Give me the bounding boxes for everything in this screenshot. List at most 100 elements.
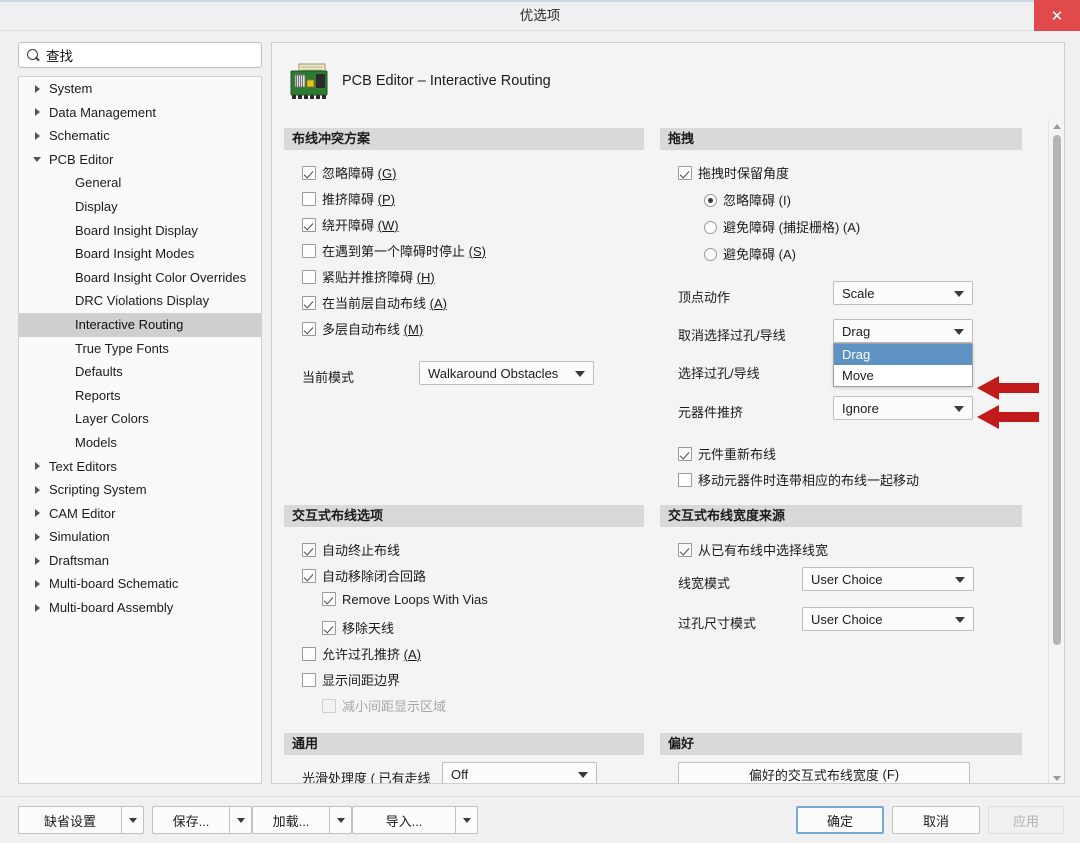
dropdown-option-move[interactable]: Move (834, 365, 972, 386)
tree-item-general[interactable]: General (19, 171, 261, 195)
label-component-pushing: 元器件推挤 (678, 405, 744, 420)
button-preferred-interactive-width[interactable]: 偏好的交互式布线宽度 (F) (678, 762, 970, 783)
checkbox-hug-and-push-obstacle[interactable]: 紧贴并推挤障碍 (H) (302, 267, 435, 286)
checkbox-auto-terminate-routing[interactable]: 自动终止布线 (302, 540, 400, 559)
tree-item-multi-board-schematic[interactable]: Multi-board Schematic (19, 572, 261, 596)
close-icon[interactable]: ✕ (1034, 0, 1080, 31)
chevron-down-icon[interactable] (456, 806, 478, 834)
combo-smoothing[interactable]: Off (442, 762, 597, 783)
button-load[interactable]: 加载... (252, 806, 330, 834)
checkbox-box (678, 543, 692, 557)
tree-item-true-type-fonts[interactable]: True Type Fonts (19, 337, 261, 361)
tree-item-text-editors[interactable]: Text Editors (19, 455, 261, 479)
radio-ignore-obstacle[interactable]: 忽略障碍 (I) (704, 190, 791, 209)
dropdown-option-drag[interactable]: Drag (834, 344, 972, 365)
label-vertex-action: 顶点动作 (678, 290, 731, 305)
chevron-right-icon[interactable] (31, 525, 43, 549)
page-title: PCB Editor – Interactive Routing (342, 73, 551, 89)
button-import[interactable]: 导入... (352, 806, 456, 834)
checkbox-preserve-angle-while-dragging[interactable]: 拖拽时保留角度 (678, 163, 789, 182)
chevron-down-icon[interactable] (31, 148, 43, 172)
chevron-down-icon[interactable] (330, 806, 352, 834)
checkbox-multilayer-autoroute[interactable]: 多层自动布线 (M) (302, 319, 423, 338)
search-input[interactable]: 查找 (46, 45, 73, 65)
search-box[interactable]: 查找 (18, 42, 262, 68)
checkbox-push-obstacle[interactable]: 推挤障碍 (P) (302, 189, 395, 208)
checkbox-remove-loops-with-vias[interactable]: Remove Loops With Vias (322, 592, 488, 607)
combo-unselected-via-wire[interactable]: Drag (833, 319, 973, 343)
chevron-right-icon[interactable] (31, 478, 43, 502)
tree-item-schematic[interactable]: Schematic (19, 124, 261, 148)
tree-item-data-management[interactable]: Data Management (19, 101, 261, 125)
chevron-right-icon[interactable] (31, 596, 43, 620)
checkbox-pickup-width-from-existing-routes[interactable]: 从已有布线中选择线宽 (678, 540, 828, 559)
combo-component-pushing[interactable]: Ignore (833, 396, 973, 420)
tree-item-board-insight-color-overrides[interactable]: Board Insight Color Overrides (19, 266, 261, 290)
tree-item-board-insight-modes[interactable]: Board Insight Modes (19, 242, 261, 266)
tree-item-draftsman[interactable]: Draftsman (19, 549, 261, 573)
checkbox-autoroute-current-layer[interactable]: 在当前层自动布线 (A) (302, 293, 447, 312)
tree-item-label: Display (75, 198, 118, 214)
tree-item-board-insight-display[interactable]: Board Insight Display (19, 219, 261, 243)
chevron-right-icon[interactable] (31, 549, 43, 573)
combo-via-size-mode[interactable]: User Choice (802, 607, 974, 631)
radio-avoid-obstacle[interactable]: 避免障碍 (A) (704, 244, 796, 263)
pane-scrollbar[interactable] (1048, 119, 1064, 783)
label-smoothing-existing-routes: 光滑处理度 ( 已有走线 (302, 771, 431, 784)
checkbox-box (322, 592, 336, 606)
checkbox-component-rerouting[interactable]: 元件重新布线 (678, 444, 776, 463)
chevron-down-icon[interactable] (122, 806, 144, 834)
split-button-default-settings[interactable]: 缺省设置 (18, 806, 144, 834)
chevron-right-icon[interactable] (31, 77, 43, 101)
radio-box (704, 221, 717, 234)
chevron-right-icon[interactable] (31, 502, 43, 526)
checkbox-walkaround-obstacle[interactable]: 绕开障碍 (W) (302, 215, 399, 234)
cancel-button[interactable]: 取消 (892, 806, 980, 834)
checkbox-allow-via-pushing[interactable]: 允许过孔推挤 (A) (302, 644, 421, 663)
scroll-up-icon[interactable] (1049, 119, 1064, 133)
button-default-settings[interactable]: 缺省设置 (18, 806, 122, 834)
button-save[interactable]: 保存... (152, 806, 230, 834)
checkbox-remove-antenna[interactable]: 移除天线 (322, 618, 394, 637)
chevron-right-icon[interactable] (31, 455, 43, 479)
settings-tree[interactable]: System Data Management Schematic PCB Editor… (18, 76, 262, 784)
tree-item-simulation[interactable]: Simulation (19, 525, 261, 549)
apply-button[interactable]: 应用 (988, 806, 1064, 834)
tree-item-defaults[interactable]: Defaults (19, 360, 261, 384)
checkbox-display-clearance-boundaries[interactable]: 显示间距边界 (302, 670, 400, 689)
page-header: PCB Editor – Interactive Routing (272, 43, 1064, 103)
chevron-right-icon[interactable] (31, 101, 43, 125)
chevron-down-icon[interactable] (230, 806, 252, 834)
tree-item-layer-colors[interactable]: Layer Colors (19, 407, 261, 431)
tree-item-reports[interactable]: Reports (19, 384, 261, 408)
split-button-import[interactable]: 导入... (352, 806, 478, 834)
combo-vertex-action[interactable]: Scale (833, 281, 973, 305)
tree-item-models[interactable]: Models (19, 431, 261, 455)
dropdown-list-via-wire[interactable]: Drag Move (833, 343, 973, 387)
combo-current-mode[interactable]: Walkaround Obstacles (419, 361, 594, 385)
tree-item-drc-violations-display[interactable]: DRC Violations Display (19, 289, 261, 313)
checkbox-move-routing-with-component[interactable]: 移动元器件时连带相应的布线一起移动 (678, 470, 919, 489)
tree-item-interactive-routing[interactable]: Interactive Routing (19, 312, 261, 337)
mnemonic: (A) (778, 247, 796, 262)
tree-item-display[interactable]: Display (19, 195, 261, 219)
chevron-right-icon[interactable] (31, 572, 43, 596)
annotation-arrow-bottom (977, 405, 1039, 429)
checkbox-stop-at-first-obstacle[interactable]: 在遇到第一个障碍时停止 (S) (302, 241, 486, 260)
tree-item-cam-editor[interactable]: CAM Editor (19, 502, 261, 526)
tree-item-scripting-system[interactable]: Scripting System (19, 478, 261, 502)
scrollbar-thumb[interactable] (1053, 135, 1061, 645)
tree-item-multi-board-assembly[interactable]: Multi-board Assembly (19, 596, 261, 620)
scroll-down-icon[interactable] (1049, 771, 1064, 783)
tree-item-system[interactable]: System (19, 77, 261, 101)
split-button-load[interactable]: 加载... (252, 806, 352, 834)
split-button-save[interactable]: 保存... (152, 806, 252, 834)
combo-track-width-mode[interactable]: User Choice (802, 567, 974, 591)
chevron-down-icon (954, 291, 964, 297)
ok-button[interactable]: 确定 (796, 806, 884, 834)
checkbox-ignore-obstacle[interactable]: 忽略障碍 (G) (302, 163, 396, 182)
tree-item-pcb-editor[interactable]: PCB Editor (19, 148, 261, 172)
radio-avoid-obstacle-snap-grid[interactable]: 避免障碍 (捕捉栅格) (A) (704, 217, 860, 236)
checkbox-auto-remove-loops[interactable]: 自动移除闭合回路 (302, 566, 426, 585)
chevron-right-icon[interactable] (31, 124, 43, 148)
